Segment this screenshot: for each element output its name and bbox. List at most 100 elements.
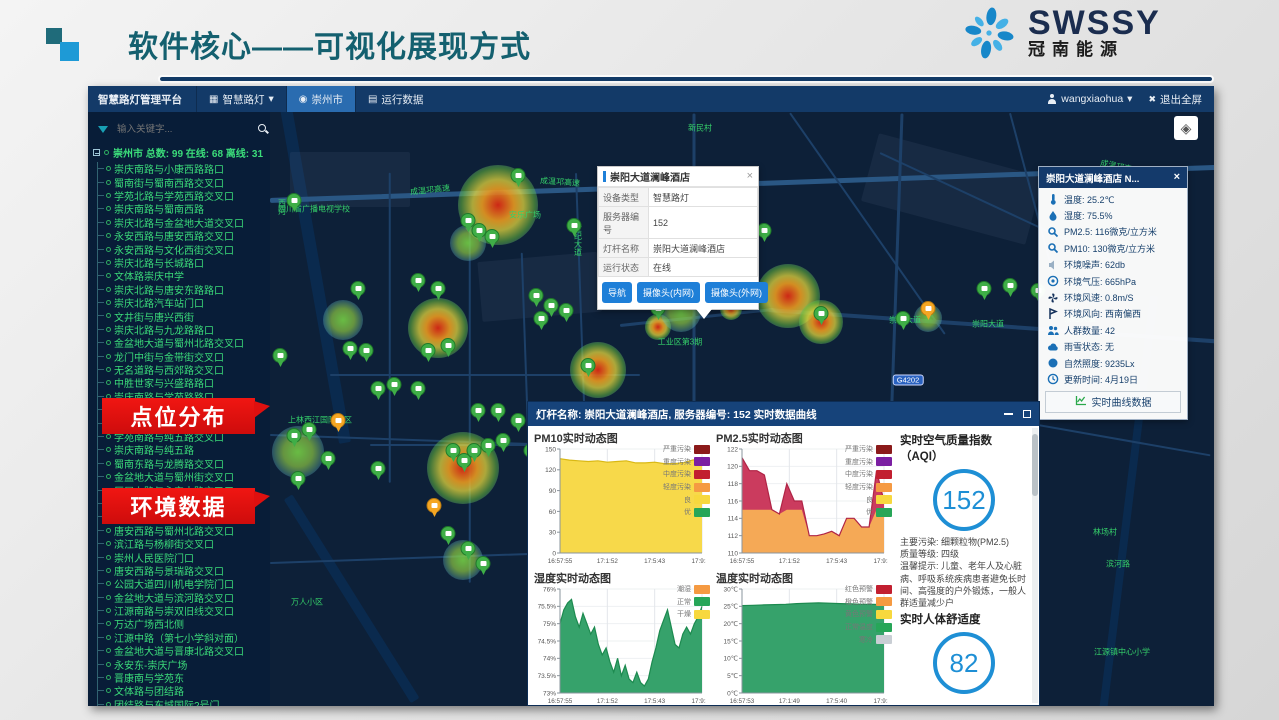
tree-item[interactable]: 无名道路与西郊路交叉口 xyxy=(98,363,270,376)
tree-item[interactable]: 中胜世家与兴盛路路口 xyxy=(98,376,270,389)
tree-item[interactable]: 文井街与唐兴西街 xyxy=(98,309,270,322)
panel-scrollbar[interactable] xyxy=(1032,428,1038,703)
map-marker[interactable] xyxy=(287,428,302,447)
tree-item[interactable]: 永安西路与文化西街交叉口 xyxy=(98,242,270,255)
map-marker[interactable] xyxy=(511,413,526,432)
map-marker[interactable] xyxy=(387,377,402,396)
tree-item[interactable]: 金盆地大道与滨河路交叉口 xyxy=(98,591,270,604)
map-marker[interactable] xyxy=(411,273,426,292)
tree-item[interactable]: 蜀南街与蜀南西路交叉口 xyxy=(98,175,270,188)
env-panel-close-icon[interactable]: × xyxy=(1174,172,1180,183)
popup-button-摄像头(内网)[interactable]: 摄像头(内网) xyxy=(637,282,700,303)
map-marker[interactable] xyxy=(411,381,426,400)
map-marker[interactable] xyxy=(461,541,476,560)
tree-item[interactable]: 崇庆北路与金盆地大道交叉口 xyxy=(98,216,270,229)
popup-button-摄像头(外网)[interactable]: 摄像头(外网) xyxy=(705,282,768,303)
map-marker[interactable] xyxy=(351,281,366,300)
tree-item[interactable]: 唐安西路与景瑞路交叉口 xyxy=(98,564,270,577)
chart-title: 湿度实时动态图 xyxy=(534,570,710,583)
map-layers-control[interactable]: ◈ xyxy=(1174,116,1198,140)
map-marker[interactable] xyxy=(511,168,526,187)
map-marker[interactable] xyxy=(331,413,346,432)
map-marker[interactable] xyxy=(273,348,288,367)
tree-item[interactable]: 文体路与团结路 xyxy=(98,684,270,697)
map-marker[interactable] xyxy=(567,218,582,237)
tree-item[interactable]: 崇庆北路与唐安东路路口 xyxy=(98,283,270,296)
popup-button-导航[interactable]: 导航 xyxy=(602,282,632,303)
comfort-title: 实时人体舒适度 xyxy=(900,611,1028,627)
tree-item[interactable]: 文体路崇庆中学 xyxy=(98,269,270,282)
nav-item-崇州市[interactable]: ◉崇州市 xyxy=(286,86,355,112)
map-marker[interactable] xyxy=(321,451,336,470)
tree-root[interactable]: 崇州市 总数: 99 在线: 68 离线: 31 xyxy=(93,145,266,160)
map-marker[interactable] xyxy=(287,193,302,212)
tree-item[interactable]: 金盆地大道与蜀州街交叉口 xyxy=(98,470,270,483)
expand-icon[interactable] xyxy=(1023,410,1031,418)
tree-item[interactable]: 蜀南东路与龙腾路交叉口 xyxy=(98,457,270,470)
filter-icon[interactable] xyxy=(98,126,108,133)
tree-item[interactable]: 滨江路与杨柳街交叉口 xyxy=(98,537,270,550)
env-row-环境噪声: 环境噪声: 62db xyxy=(1039,257,1187,273)
map-marker[interactable] xyxy=(441,338,456,357)
realtime-curve-button[interactable]: 实时曲线数据 xyxy=(1045,391,1181,413)
exit-fullscreen-label: 退出全屏 xyxy=(1160,92,1202,107)
nav-item-运行数据[interactable]: ▤运行数据 xyxy=(355,86,435,112)
tree-item[interactable]: 金盆地大道与晋康北路交叉口 xyxy=(98,644,270,657)
map-marker[interactable] xyxy=(471,403,486,422)
tree-item[interactable]: 崇庆南路与小康西路路口 xyxy=(98,162,270,175)
map-marker[interactable] xyxy=(302,422,317,441)
tree-item[interactable]: 江源南路与崇双旧线交叉口 xyxy=(98,604,270,617)
user-menu[interactable]: wangxiaohua ▾ xyxy=(1047,93,1132,105)
map-marker[interactable] xyxy=(476,556,491,575)
map-marker[interactable] xyxy=(481,438,496,457)
minimize-icon[interactable] xyxy=(1004,413,1013,415)
map-marker[interactable] xyxy=(534,311,549,330)
map-marker[interactable] xyxy=(371,461,386,480)
map-marker[interactable] xyxy=(485,229,500,248)
search-icon[interactable] xyxy=(258,124,260,135)
map-marker[interactable] xyxy=(343,341,358,360)
map-marker[interactable] xyxy=(921,301,936,320)
map-marker[interactable] xyxy=(559,303,574,322)
map-marker[interactable] xyxy=(529,288,544,307)
tree-item[interactable]: 崇庆南路与纯五路 xyxy=(98,443,270,456)
tree-item[interactable]: 唐安西路与蜀州北路交叉口 xyxy=(98,524,270,537)
map-marker[interactable] xyxy=(427,498,442,517)
map-marker[interactable] xyxy=(467,443,482,462)
tree-item[interactable]: 永安东-崇庆广场 xyxy=(98,657,270,670)
popup-close-icon[interactable]: × xyxy=(747,171,753,182)
tree-item[interactable]: 金盆地大道与蜀州北路交叉口 xyxy=(98,336,270,349)
map-marker[interactable] xyxy=(371,381,386,400)
tree-item[interactable]: 团结路与东城国际2号门 xyxy=(98,698,270,706)
map-marker[interactable] xyxy=(977,281,992,300)
scrollbar-thumb[interactable] xyxy=(1032,434,1038,496)
tree-item[interactable]: 龙门中街与金带街交叉口 xyxy=(98,349,270,362)
tree-item[interactable]: 永安西路与唐安西路交叉口 xyxy=(98,229,270,242)
nav-item-智慧路灯[interactable]: ▦智慧路灯▾ xyxy=(196,86,286,112)
map-marker[interactable] xyxy=(291,471,306,490)
exit-fullscreen-button[interactable]: ✖ 退出全屏 xyxy=(1148,92,1202,107)
tree-item[interactable]: 学苑北路与学苑西路交叉口 xyxy=(98,189,270,202)
realtime-chart-panel: 灯杆名称: 崇阳大道澜峰酒店, 服务器编号: 152 实时数据曲线 PM10实时… xyxy=(527,401,1040,706)
tree-item[interactable]: 崇庆南路与蜀南西路 xyxy=(98,202,270,215)
tree-item[interactable]: 江源中路（第七小学斜对面） xyxy=(98,631,270,644)
collapse-icon[interactable] xyxy=(93,149,100,156)
tree-item[interactable]: 崇庆北路汽车站门口 xyxy=(98,296,270,309)
map-marker[interactable] xyxy=(491,403,506,422)
map-marker[interactable] xyxy=(581,358,596,377)
search-input[interactable] xyxy=(115,123,251,136)
map-marker[interactable] xyxy=(1003,278,1018,297)
tree-item[interactable]: 崇庆北路与九龙路路口 xyxy=(98,323,270,336)
map-marker[interactable] xyxy=(814,306,829,325)
map-marker[interactable] xyxy=(359,343,374,362)
tree-item[interactable]: 崇州人民医院门口 xyxy=(98,550,270,563)
map-marker[interactable] xyxy=(421,343,436,362)
map-marker[interactable] xyxy=(496,433,511,452)
tree-item[interactable]: 崇庆北路与长城路口 xyxy=(98,256,270,269)
tree-item[interactable]: 万达广场西北侧 xyxy=(98,617,270,630)
map-marker[interactable] xyxy=(896,311,911,330)
map-marker[interactable] xyxy=(431,281,446,300)
tree-item[interactable]: 晋康南与学苑东 xyxy=(98,671,270,684)
tree-item[interactable]: 公园大道四川机电学院门口 xyxy=(98,577,270,590)
map-marker[interactable] xyxy=(441,526,456,545)
